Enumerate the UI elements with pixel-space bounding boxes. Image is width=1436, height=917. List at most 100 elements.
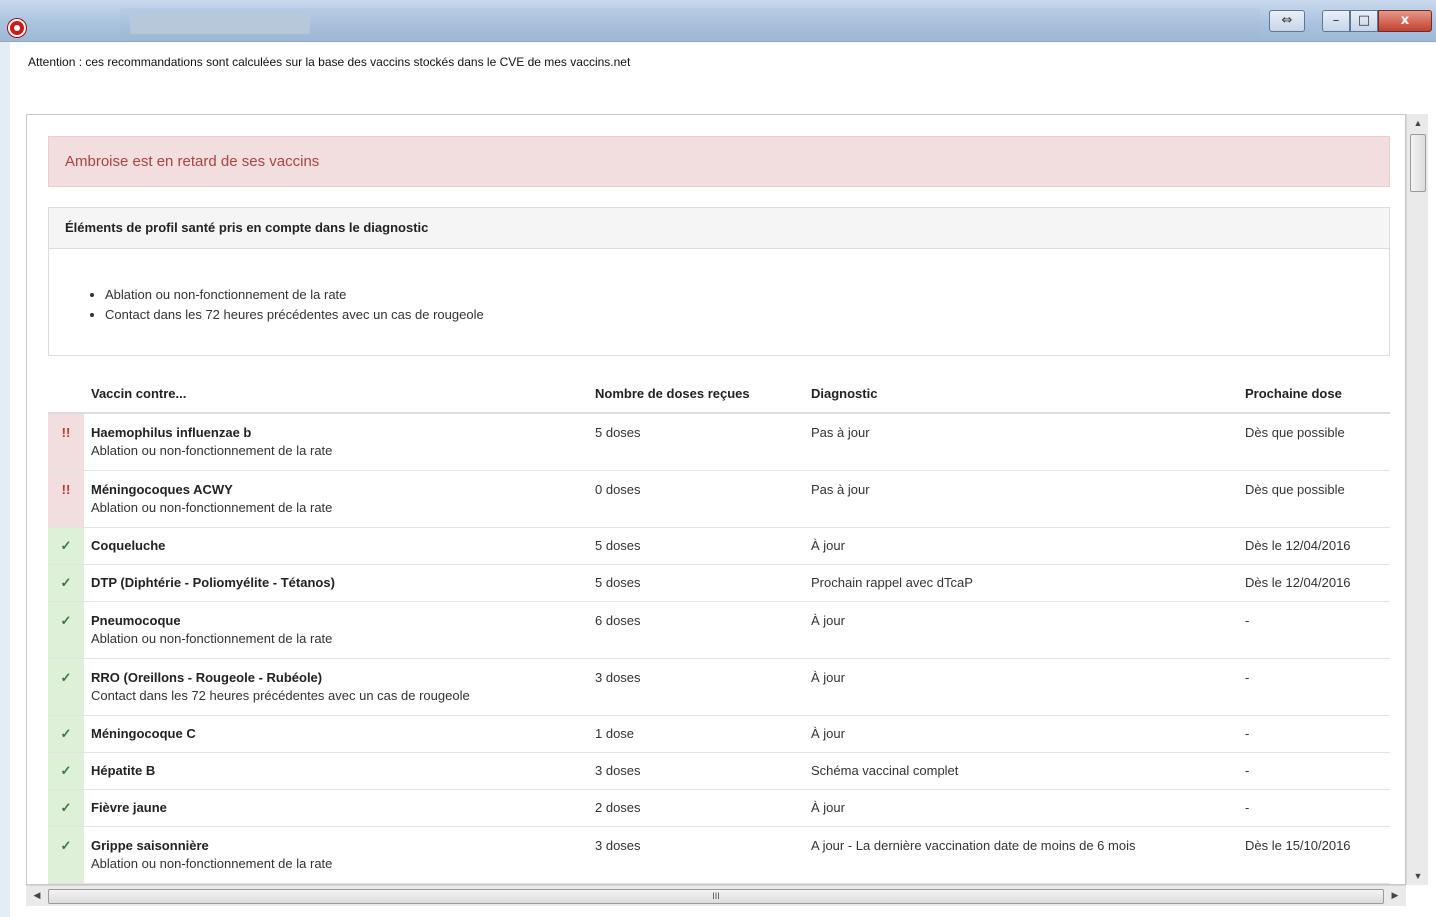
vaccine-cell: Méningocoque C <box>84 714 587 752</box>
checkmark-icon: ✓ <box>48 714 84 752</box>
diagnostic-cell: À jour <box>803 600 1237 658</box>
next-dose-cell: Dès le 12/04/2016 <box>1237 563 1390 601</box>
health-profile-body: Ablation ou non-fonctionnement de la rat… <box>49 249 1389 325</box>
next-dose-cell: - <box>1237 714 1390 752</box>
table-row: ✓ Pneumocoque Ablation ou non-fonctionne… <box>48 600 1390 658</box>
diagnostic-cell: Schéma vaccinal complet <box>803 751 1237 789</box>
status-column-header <box>48 374 84 414</box>
vaccine-cell: Méningocoques ACWY Ablation ou non-fonct… <box>84 469 587 527</box>
vaccine-cell: RRO (Oreillons - Rougeole - Rubéole) Con… <box>84 657 587 715</box>
doses-cell: 0 doses <box>587 469 803 527</box>
scroll-left-arrow-icon[interactable]: ◀ <box>26 890 48 901</box>
next-dose-cell: Dès que possible <box>1237 469 1390 527</box>
health-profile-heading: Éléments de profil santé pris en compte … <box>49 208 1389 249</box>
vertical-scroll-thumb[interactable] <box>1410 134 1426 192</box>
vaccine-cell: Fièvre jaune <box>84 788 587 826</box>
vaccine-cell: Grippe saisonnière Ablation ou non-fonct… <box>84 825 587 883</box>
doses-cell: 3 doses <box>587 751 803 789</box>
diagnostic-cell: Pas à jour <box>803 469 1237 527</box>
table-row: ✓ Grippe saisonnière Ablation ou non-fon… <box>48 825 1390 883</box>
vaccine-note: Ablation ou non-fonctionnement de la rat… <box>91 443 333 458</box>
vaccine-note: Contact dans les 72 heures précédentes a… <box>91 687 470 703</box>
vaccine-name: Hépatite B <box>91 762 156 778</box>
diagnostic-cell: À jour <box>803 714 1237 752</box>
doses-cell: 6 doses <box>587 600 803 658</box>
vaccine-cell: Hépatite B <box>84 751 587 789</box>
vaccine-table: Vaccin contre... Nombre de doses reçues … <box>48 374 1390 884</box>
table-row: ✓ Fièvre jaune 2 doses À jour - <box>48 788 1390 826</box>
checkmark-icon: ✓ <box>48 788 84 826</box>
vaccine-name: RRO (Oreillons - Rougeole - Rubéole) <box>91 669 323 685</box>
vaccine-note: Ablation ou non-fonctionnement de la rat… <box>91 630 333 646</box>
vaccine-name: Fièvre jaune <box>91 799 167 815</box>
doses-cell: 3 doses <box>587 825 803 883</box>
doses-column-header: Nombre de doses reçues <box>587 374 803 414</box>
table-row: ✓ RRO (Oreillons - Rougeole - Rubéole) C… <box>48 657 1390 715</box>
vaccine-cell: Haemophilus influenzae b Ablation ou non… <box>84 412 587 470</box>
scroll-down-arrow-icon[interactable]: ▼ <box>1407 871 1429 881</box>
checkmark-icon: ✓ <box>48 526 84 564</box>
horizontal-scrollbar[interactable]: ◀ III ▶ <box>26 885 1406 906</box>
doses-cell: 3 doses <box>587 657 803 715</box>
table-row: ✓ Coqueluche 5 doses À jour Dès le 12/04… <box>48 526 1390 564</box>
vaccine-name: Haemophilus influenzae b <box>91 425 252 440</box>
content-pane: Ambroise est en retard de ses vaccins Él… <box>26 114 1406 885</box>
checkmark-icon: ✓ <box>48 825 84 883</box>
vaccine-table-header: Vaccin contre... Nombre de doses reçues … <box>48 374 1390 414</box>
maximize-button[interactable]: □ <box>1350 10 1378 32</box>
diagnostic-cell: À jour <box>803 788 1237 826</box>
checkmark-icon: ✓ <box>48 751 84 789</box>
warning-text: Attention : ces recommandations sont cal… <box>28 55 631 69</box>
health-profile-item: Contact dans les 72 heures précédentes a… <box>105 305 1389 325</box>
content-body: Ambroise est en retard de ses vaccins Él… <box>48 136 1390 884</box>
scroll-right-arrow-icon[interactable]: ▶ <box>1384 890 1406 901</box>
title-bar: ⇔ – □ x <box>0 0 1436 42</box>
vaccine-name: Grippe saisonnière <box>91 837 209 853</box>
diagnostic-cell: À jour <box>803 526 1237 564</box>
diagnostic-cell: Pas à jour <box>803 412 1237 470</box>
vaccine-name: Coqueluche <box>91 537 166 553</box>
next-dose-cell: Dès le 15/10/2016 <box>1237 825 1390 883</box>
vaccine-cell: Coqueluche <box>84 526 587 564</box>
doses-cell: 5 doses <box>587 563 803 601</box>
warning-icon: !! <box>48 469 84 527</box>
table-row: ✓ DTP (Diphtérie - Poliomyélite - Tétano… <box>48 563 1390 601</box>
late-vaccines-alert: Ambroise est en retard de ses vaccins <box>48 136 1390 187</box>
vaccine-name: Méningocoques ACWY <box>91 481 233 497</box>
checkmark-icon: ✓ <box>48 657 84 715</box>
checkmark-icon: ✓ <box>48 563 84 601</box>
next-dose-cell: Dès que possible <box>1237 412 1390 470</box>
minimize-button[interactable]: – <box>1322 10 1350 32</box>
vertical-scrollbar[interactable]: ▲ ▼ <box>1406 114 1428 885</box>
vaccine-column-header: Vaccin contre... <box>84 374 587 414</box>
diagnostic-column-header: Diagnostic <box>803 374 1237 414</box>
scroll-up-arrow-icon[interactable]: ▲ <box>1407 118 1429 128</box>
blurred-window-tab <box>130 14 310 34</box>
window-left-edge <box>0 42 10 917</box>
horizontal-scroll-thumb[interactable]: III <box>48 889 1384 904</box>
table-row: !! Haemophilus influenzae b Ablation ou … <box>48 412 1390 470</box>
next-dose-cell: - <box>1237 751 1390 789</box>
checkmark-icon: ✓ <box>48 600 84 658</box>
next-dose-cell: - <box>1237 600 1390 658</box>
resize-button[interactable]: ⇔ <box>1269 10 1305 32</box>
health-profile-panel: Éléments de profil santé pris en compte … <box>48 207 1390 356</box>
next-dose-column-header: Prochaine dose <box>1237 374 1390 414</box>
vaccine-name: DTP (Diphtérie - Poliomyélite - Tétanos) <box>91 574 335 590</box>
next-dose-cell: - <box>1237 788 1390 826</box>
vaccine-note: Ablation ou non-fonctionnement de la rat… <box>91 499 333 515</box>
diagnostic-cell: À jour <box>803 657 1237 715</box>
doses-cell: 5 doses <box>587 412 803 470</box>
doses-cell: 1 dose <box>587 714 803 752</box>
table-row: ✓ Méningocoque C 1 dose À jour - <box>48 714 1390 752</box>
table-row: !! Méningocoques ACWY Ablation ou non-fo… <box>48 469 1390 527</box>
vaccine-name: Pneumocoque <box>91 612 181 628</box>
doses-cell: 2 doses <box>587 788 803 826</box>
warning-icon: !! <box>48 412 84 470</box>
health-profile-list: Ablation ou non-fonctionnement de la rat… <box>105 285 1389 325</box>
diagnostic-cell: A jour - La dernière vaccination date de… <box>803 825 1237 883</box>
app-logo-icon <box>8 19 26 37</box>
close-button[interactable]: x <box>1378 10 1432 32</box>
vaccine-cell: DTP (Diphtérie - Poliomyélite - Tétanos) <box>84 563 587 601</box>
vaccine-note: Ablation ou non-fonctionnement de la rat… <box>91 855 333 871</box>
